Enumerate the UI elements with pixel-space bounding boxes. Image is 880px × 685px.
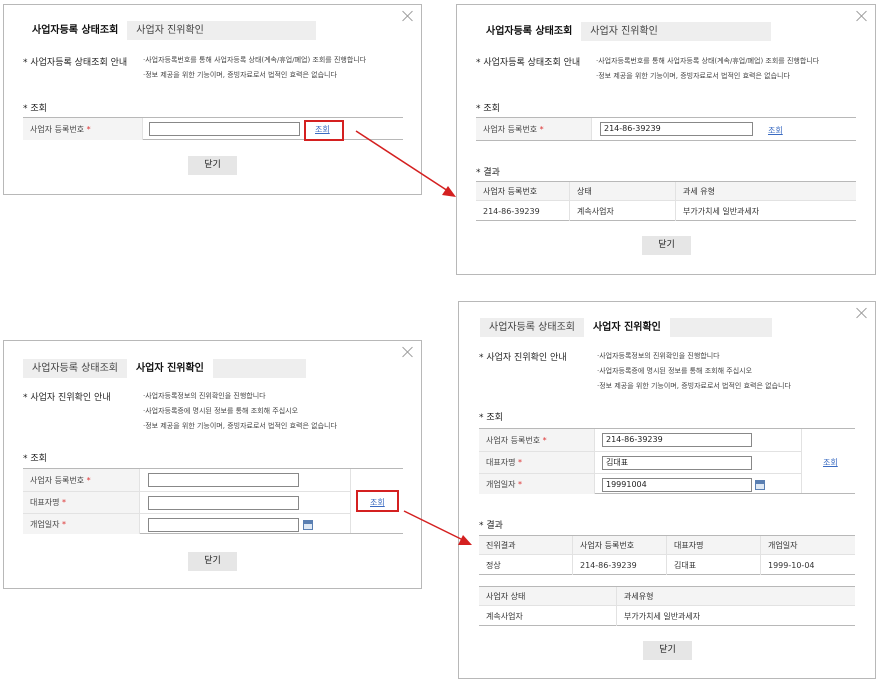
arrow-verify (403, 510, 472, 545)
flow-arrows (355, 130, 472, 545)
arrow-status (355, 130, 456, 197)
